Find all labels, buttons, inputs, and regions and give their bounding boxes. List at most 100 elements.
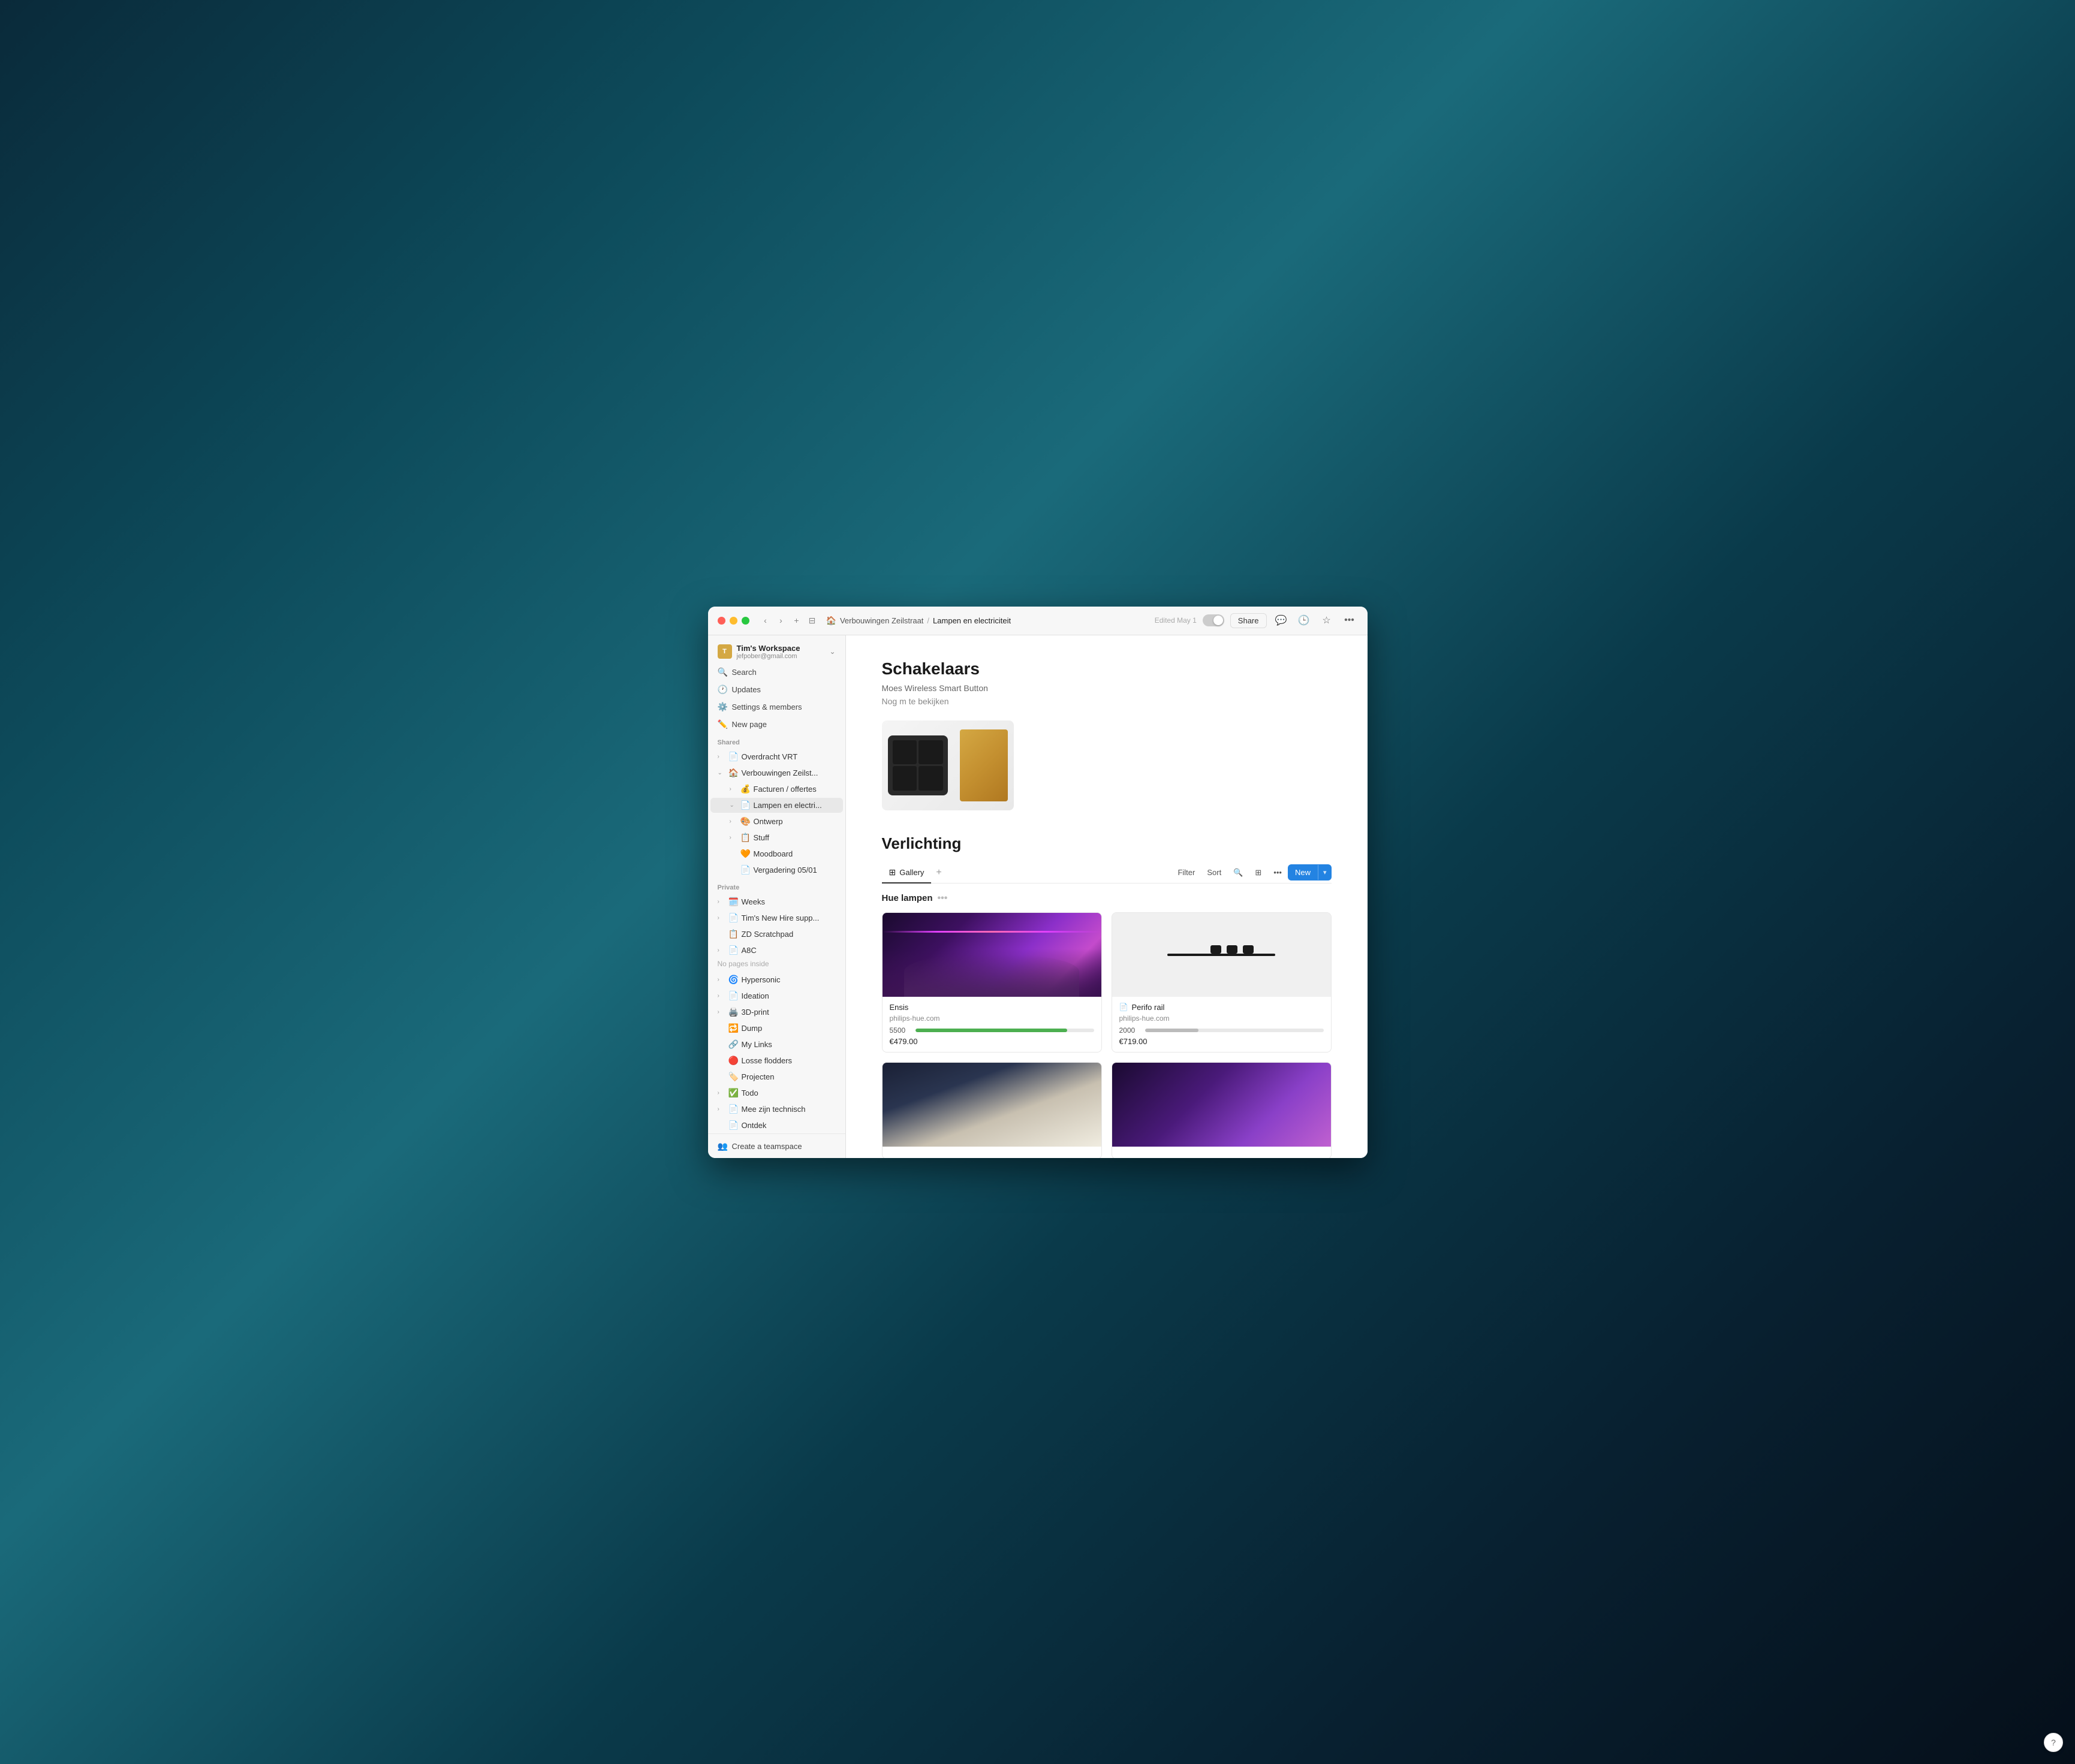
gallery-card-purple[interactable]	[1112, 1062, 1332, 1158]
ontdek-icon: 📄	[728, 1120, 738, 1130]
hypersonic-label: Hypersonic	[742, 975, 781, 984]
back-button[interactable]: ‹	[758, 614, 773, 627]
sidebar-item-3d-print[interactable]: › 🖨️ 3D-print	[710, 1005, 843, 1020]
sidebar-item-ontdek[interactable]: › 📄 Ontdek	[710, 1118, 843, 1133]
sidebar-item-updates[interactable]: 🕐 Updates	[710, 682, 843, 698]
ensis-price: €479.00	[890, 1037, 1094, 1046]
titlebar-right: Edited May 1 Share 💬 🕒 ☆ •••	[1155, 612, 1358, 629]
dump-label: Dump	[742, 1024, 763, 1033]
maximize-button[interactable]	[742, 617, 749, 625]
group-label-text: Hue lampen	[882, 893, 933, 903]
purple-card-body	[1112, 1147, 1331, 1158]
sidebar-item-create-teamspace[interactable]: 👥 Create a teamspace	[710, 1138, 843, 1154]
sidebar-item-weeks[interactable]: › 🗓️ Weeks	[710, 894, 843, 909]
sidebar-item-ideation[interactable]: › 📄 Ideation	[710, 988, 843, 1003]
gallery-tab[interactable]: ⊞ Gallery	[882, 863, 932, 883]
switch-button-4	[918, 766, 943, 791]
sidebar-item-zd-scratchpad[interactable]: › 📋 ZD Scratchpad	[710, 927, 843, 942]
sidebar-item-vergadering[interactable]: › 📄 Vergadering 05/01	[710, 863, 843, 878]
more-options-button[interactable]: •••	[1267, 865, 1288, 880]
new-button[interactable]: New	[1288, 864, 1318, 881]
perifo-card-name: 📄 Perifo rail	[1119, 1003, 1324, 1012]
sidebar-item-dump[interactable]: › 🔁 Dump	[710, 1021, 843, 1036]
minimize-button[interactable]	[730, 617, 737, 625]
sidebar-item-moodboard[interactable]: › 🧡 Moodboard	[710, 846, 843, 861]
sort-button[interactable]: Sort	[1201, 865, 1227, 880]
perifo-price: €719.00	[1119, 1037, 1324, 1046]
projecten-icon: 🏷️	[728, 1072, 738, 1082]
workspace-icon: T	[718, 644, 732, 659]
help-button[interactable]: ?	[2044, 1733, 2063, 1752]
chevron-right-mee: ›	[718, 1106, 725, 1112]
sidebar-item-facturen[interactable]: › 💰 Facturen / offertes	[710, 782, 843, 797]
tims-hire-label: Tim's New Hire supp...	[742, 913, 820, 922]
history-button[interactable]: 🕒	[1296, 612, 1312, 629]
filter-label: Filter	[1177, 868, 1195, 877]
edited-timestamp: Edited May 1	[1155, 616, 1197, 625]
sidebar-item-mee-zijn[interactable]: › 📄 Mee zijn technisch	[710, 1102, 843, 1117]
perifo-rail-bar	[1167, 954, 1275, 956]
chevron-right-icon-facturen: ›	[730, 786, 737, 792]
ontdek-label: Ontdek	[742, 1121, 767, 1130]
sidebar-item-search[interactable]: 🔍 Search	[710, 664, 843, 680]
traffic-lights	[718, 617, 749, 625]
sidebar-item-overdracht[interactable]: › 📄 Overdracht VRT	[710, 749, 843, 764]
group-options-button[interactable]: •••	[938, 893, 948, 904]
sidebar-item-stuff[interactable]: › 📋 Stuff	[710, 830, 843, 845]
search-filter-button[interactable]: 🔍	[1227, 865, 1249, 881]
sidebar-toggle-button[interactable]: ⊟	[805, 614, 820, 627]
ontwerp-icon: 🎨	[740, 816, 750, 827]
bookmark-button[interactable]: ☆	[1318, 612, 1335, 629]
layout-button[interactable]: ⊞	[1249, 865, 1267, 881]
sidebar-item-todo[interactable]: › ✅ Todo	[710, 1085, 843, 1100]
workspace-header[interactable]: T Tim's Workspace jefpober@gmail.com ⌄	[710, 640, 843, 664]
add-view-button[interactable]: +	[931, 864, 946, 882]
verbouwingen-icon: 🏠	[728, 768, 738, 778]
sidebar-item-a8c[interactable]: › 📄 A8C	[710, 943, 843, 958]
sidebar-item-new-page[interactable]: ✏️ New page	[710, 716, 843, 732]
new-page-icon: ✏️	[718, 719, 727, 729]
sidebar-item-settings[interactable]: ⚙️ Settings & members	[710, 699, 843, 715]
gallery-card-ensis[interactable]: Ensis philips-hue.com 5500 €479.00	[882, 912, 1102, 1053]
titlebar: ‹ › + ⊟ 🏠 Verbouwingen Zeilstraat / Lamp…	[708, 607, 1368, 635]
product-image-container	[882, 720, 1332, 810]
chevron-right-icon: ›	[718, 753, 725, 760]
sidebar-item-verbouwingen[interactable]: ⌄ 🏠 Verbouwingen Zeilst...	[710, 765, 843, 780]
add-page-button[interactable]: +	[789, 614, 805, 627]
sidebar-item-my-links[interactable]: › 🔗 My Links	[710, 1037, 843, 1052]
sidebar-item-lampen[interactable]: ⌄ 📄 Lampen en electri...	[710, 798, 843, 813]
new-dropdown-button[interactable]: ▾	[1318, 865, 1332, 880]
toggle-switch[interactable]	[1203, 614, 1224, 626]
todo-label: Todo	[742, 1088, 758, 1097]
workspace-info: Tim's Workspace jefpober@gmail.com	[737, 644, 825, 660]
gallery-card-perifo[interactable]: 📄 Perifo rail philips-hue.com 2000 €719.…	[1112, 912, 1332, 1053]
search-icon-toolbar: 🔍	[1233, 868, 1243, 878]
sidebar-item-tims-hire[interactable]: › 📄 Tim's New Hire supp...	[710, 910, 843, 925]
sidebar-item-ontwerp[interactable]: › 🎨 Ontwerp	[710, 814, 843, 829]
breadcrumb-workspace[interactable]: Verbouwingen Zeilstraat	[840, 616, 923, 625]
settings-icon: ⚙️	[718, 702, 727, 712]
comment-button[interactable]: 💬	[1273, 612, 1290, 629]
app-window: ‹ › + ⊟ 🏠 Verbouwingen Zeilstraat / Lamp…	[708, 607, 1368, 1158]
sidebar-item-losse-flodders[interactable]: › 🔴 Losse flodders	[710, 1053, 843, 1068]
mee-zijn-label: Mee zijn technisch	[742, 1105, 806, 1114]
living-card-body	[883, 1147, 1101, 1158]
forward-button[interactable]: ›	[773, 614, 789, 627]
sidebar-item-templates[interactable]: 📑 Templates	[710, 1155, 843, 1158]
filter-button[interactable]: Filter	[1171, 865, 1201, 880]
switch-button-2	[918, 740, 943, 765]
stuff-icon: 📋	[740, 833, 750, 843]
weeks-label: Weeks	[742, 897, 766, 906]
sidebar-item-settings-label: Settings & members	[732, 702, 802, 711]
share-button[interactable]: Share	[1230, 613, 1267, 628]
sidebar-item-hypersonic[interactable]: › 🌀 Hypersonic	[710, 972, 843, 987]
more-button[interactable]: •••	[1341, 612, 1358, 629]
sidebar-item-projecten[interactable]: › 🏷️ Projecten	[710, 1069, 843, 1084]
gallery-tab-label: Gallery	[899, 868, 924, 877]
chevron-right-3d: ›	[718, 1009, 725, 1015]
gallery-card-living[interactable]	[882, 1062, 1102, 1158]
ensis-card-name: Ensis	[890, 1003, 1094, 1012]
schakelaars-note: Nog m te bekijken	[882, 696, 1332, 706]
perifo-spotlight-3	[1243, 945, 1254, 954]
close-button[interactable]	[718, 617, 725, 625]
